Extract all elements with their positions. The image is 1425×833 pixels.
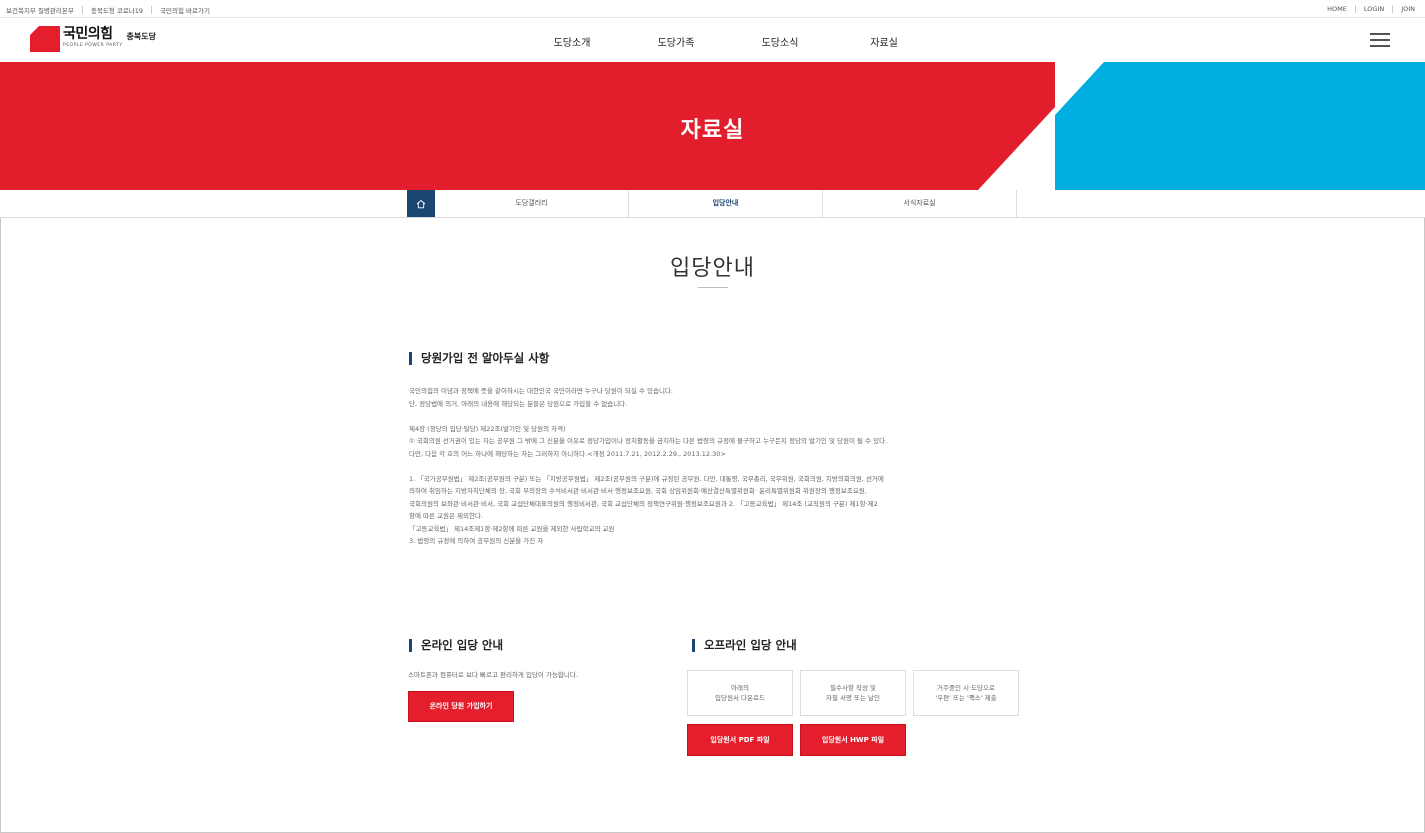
page-title: 입당안내 — [670, 256, 755, 281]
notice-line: 다만, 다음 각 호의 어느 하나에 해당하는 자는 그러하지 아니하다.<개정… — [409, 449, 726, 458]
notice-line: 1. 「국가공무원법」 제2조(공무원의 구분) 또는 「지방공무원법」 제2조… — [409, 474, 884, 483]
notice-line: 「고등교육법」 제14조제1항·제2항에 따른 교원을 제외한 사립학교의 교원 — [409, 524, 615, 533]
main-nav: 도당소개 도당가족 도당소식 자료실 — [520, 34, 936, 49]
section-bar — [692, 638, 695, 652]
notice-line: 단, 정당법에 의거, 아래의 내용에 해당되는 분들은 당원으로 가입할 수 … — [409, 399, 628, 408]
divider — [81, 6, 83, 14]
step-text: 자필 서명 또는 날인 — [825, 694, 881, 702]
title-underline — [698, 287, 728, 288]
join-link[interactable]: JOIN — [1401, 5, 1415, 13]
link-ppp-home[interactable]: 국민의힘 바로가기 — [160, 5, 210, 15]
login-link[interactable]: LOGIN — [1364, 5, 1384, 13]
notice-line: ① 국회의원 선거권이 있는 자는 공무원 그 밖에 그 신분을 이유로 정당가… — [409, 437, 888, 445]
download-hwp-button[interactable]: 입당원서 HWP 파일 — [800, 724, 906, 756]
offline-step-fill: 필수사항 작성 및 자필 서명 또는 날인 — [800, 670, 906, 716]
logo-sub-text: PEOPLE POWER PARTY — [63, 43, 123, 48]
notice-spacer — [409, 410, 887, 423]
online-desc: 스마트폰과 컴퓨터로 보다 빠르고 편리하게 입당이 가능합니다. — [408, 671, 578, 679]
nav-item-family[interactable]: 도당가족 — [624, 34, 728, 49]
step-text: 필수사항 작성 및 — [830, 684, 876, 692]
tab-join-guide[interactable]: 입당안내 — [629, 190, 823, 217]
logo-wordmark: 국민의힘 PEOPLE POWER PARTY — [63, 26, 123, 49]
nav-item-about[interactable]: 도당소개 — [520, 34, 624, 49]
home-link[interactable]: HOME — [1327, 5, 1347, 13]
step-text: 입당원서 다운로드 — [715, 694, 765, 702]
logo-region-text: 충북도당 — [126, 32, 156, 41]
notice-spacer — [409, 460, 887, 473]
download-pdf-button[interactable]: 입당원서 PDF 파일 — [687, 724, 793, 756]
online-section-title: 온라인 입당 안내 — [409, 637, 503, 653]
notice-line: 의하여 취임하는 지방자치단체의 장, 국회 부의장의 수석비서관·비서관·비서… — [409, 487, 867, 495]
tab-gallery[interactable]: 도당갤러리 — [435, 190, 629, 217]
logo-main-text: 국민의힘 — [63, 26, 113, 42]
offline-title-text: 오프라인 입당 안내 — [704, 638, 797, 652]
section-bar — [409, 351, 412, 365]
sub-banner: 자료실 — [0, 62, 1425, 190]
link-kcdc[interactable]: 보건복지부 질병관리본부 — [6, 5, 74, 15]
online-join-button[interactable]: 온라인 당원 가입하기 — [408, 691, 514, 722]
step-text: 아래의 — [731, 684, 749, 692]
notice-line: 제4장 (정당의 입당·탈당) 제22조(발기인 및 당원의 자격) — [409, 424, 566, 433]
home-icon[interactable] — [407, 190, 435, 217]
online-title-text: 온라인 입당 안내 — [421, 638, 504, 652]
party-logo-icon — [30, 26, 60, 52]
notice-line: 국민의힘의 이념과 정책에 뜻을 같이하시는 대한민국 국민이라면 누구나 당원… — [409, 387, 673, 395]
site-header: 국민의힘 PEOPLE POWER PARTY 충북도당 도당소개 도당가족 도… — [0, 18, 1425, 62]
step-text: '우편' 또는 '팩스' 제출 — [935, 694, 997, 702]
nav-item-news[interactable]: 도당소식 — [728, 34, 832, 49]
link-chungbuk-covid[interactable]: 충북도청 코로나19 — [91, 5, 143, 15]
sub-nav: 도당갤러리 입당안내 서식자료실 — [0, 190, 1425, 218]
section-bar — [409, 638, 412, 652]
site-logo[interactable]: 국민의힘 PEOPLE POWER PARTY 충북도당 — [30, 26, 156, 52]
notice-line: 국회의원의 보좌관·비서관·비서, 국회 교섭단체대표의원의 행정비서관, 국회… — [409, 499, 878, 508]
step-text: 거주중인 시·도당으로 — [937, 684, 995, 692]
divider — [1392, 5, 1394, 13]
notice-title-text: 당원가입 전 알아두실 사항 — [421, 351, 550, 365]
notice-line: 항에 따른 교원은 제외한다. — [409, 512, 484, 520]
divider — [151, 6, 153, 14]
hamburger-menu-icon[interactable] — [1370, 33, 1390, 47]
offline-section-title: 오프라인 입당 안내 — [692, 637, 797, 653]
notice-body: 국민의힘의 이념과 정책에 뜻을 같이하시는 대한민국 국민이라면 누구나 당원… — [409, 385, 887, 548]
notice-section-title: 당원가입 전 알아두실 사항 — [409, 350, 549, 366]
divider — [1354, 5, 1356, 13]
notice-line: 3. 법령의 규정에 의하여 공무원의 신분을 가진 자 — [409, 537, 544, 545]
offline-step-submit: 거주중인 시·도당으로 '우편' 또는 '팩스' 제출 — [913, 670, 1019, 716]
tab-forms[interactable]: 서식자료실 — [823, 190, 1017, 217]
nav-item-archive[interactable]: 자료실 — [832, 34, 936, 49]
banner-title: 자료실 — [680, 118, 745, 143]
utility-bar: 보건복지부 질병관리본부 충북도청 코로나19 국민의힘 바로가기 HOME L… — [0, 0, 1425, 18]
offline-step-download: 아래의 입당원서 다운로드 — [687, 670, 793, 716]
